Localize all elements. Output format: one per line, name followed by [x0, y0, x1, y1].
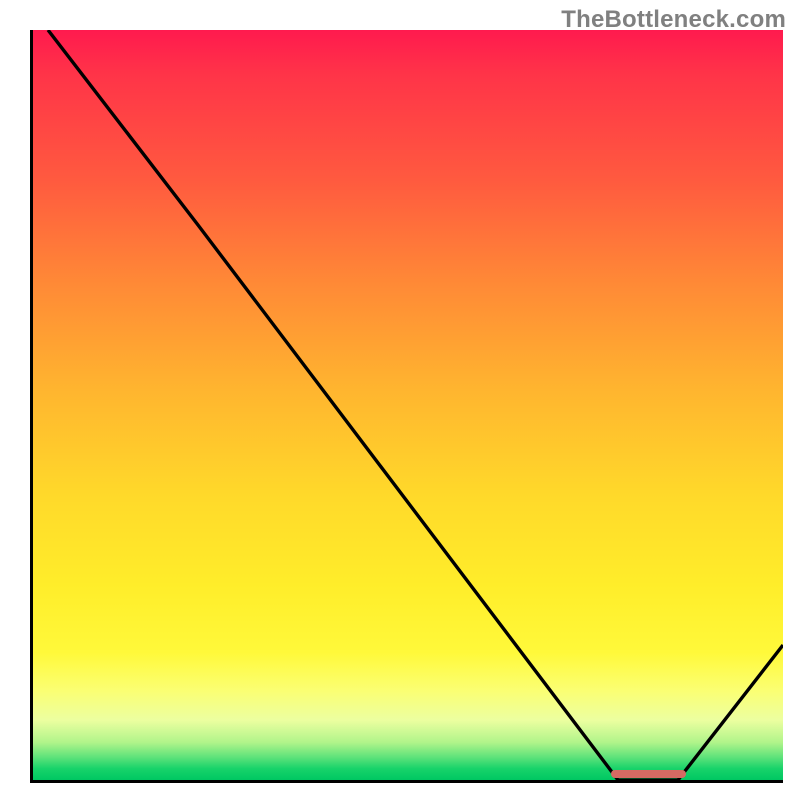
curve-path [48, 30, 783, 780]
bottleneck-curve [33, 30, 783, 780]
plot-area [30, 30, 783, 783]
chart-frame: TheBottleneck.com [0, 0, 800, 800]
optimal-range-marker [611, 770, 686, 778]
